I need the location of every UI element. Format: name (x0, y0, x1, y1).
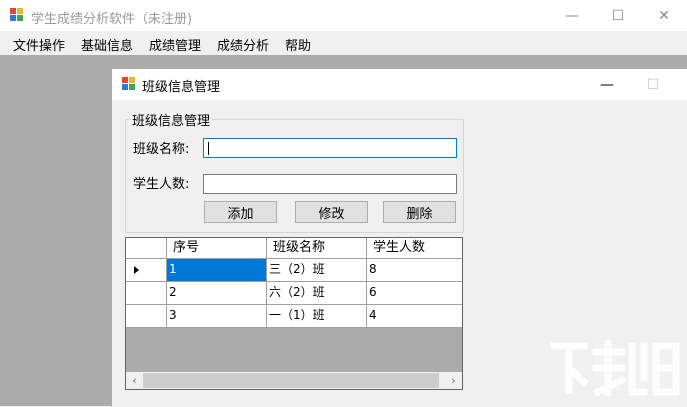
table-cell-class-name[interactable]: 三（2）班 (267, 259, 367, 282)
main-titlebar: 学生成绩分析软件（未注册) — ☐ ✕ (0, 0, 687, 31)
class-name-label: 班级名称: (133, 142, 190, 157)
window-title: 学生成绩分析软件（未注册) (31, 12, 193, 27)
student-count-label: 学生人数: (133, 177, 190, 192)
student-count-input[interactable] (203, 174, 457, 194)
groupbox-title: 班级信息管理 (130, 110, 213, 129)
class-name-input[interactable] (203, 138, 457, 158)
maximize-icon: ☐ (646, 76, 660, 93)
table-cell-student-count[interactable]: 4 (367, 305, 462, 328)
maximize-icon: ☐ (611, 7, 625, 24)
child-titlebar: 班级信息管理 — ☐ (112, 69, 687, 100)
column-header-id[interactable]: 序号 (167, 238, 267, 259)
menu-bar: 文件操作 基础信息 成绩管理 成绩分析 帮助 (0, 31, 687, 55)
scroll-left-icon[interactable]: ‹ (126, 372, 143, 389)
text-caret (208, 142, 209, 155)
minimize-icon: — (600, 76, 614, 93)
table-cell-id[interactable]: 1 (167, 259, 267, 282)
row-header[interactable] (126, 259, 167, 282)
row-header[interactable] (126, 282, 167, 305)
scroll-right-icon[interactable]: › (445, 372, 462, 389)
minimize-icon: — (565, 7, 579, 24)
child-window-title: 班级信息管理 (142, 80, 221, 95)
close-button[interactable]: ✕ (641, 0, 687, 31)
table-cell-student-count[interactable]: 8 (367, 259, 462, 282)
table-cell-id[interactable]: 2 (167, 282, 267, 305)
grid-corner-header (126, 238, 167, 259)
row-pointer-icon (134, 266, 139, 274)
watermark-logo (550, 340, 680, 397)
table-cell-class-name[interactable]: 一（1）班 (267, 305, 367, 328)
menu-grade-management[interactable]: 成绩管理 (149, 35, 201, 54)
child-app-icon (122, 77, 136, 91)
table-cell-id[interactable]: 3 (167, 305, 267, 328)
menu-file[interactable]: 文件操作 (13, 35, 65, 54)
menu-basic-info[interactable]: 基础信息 (81, 35, 133, 54)
class-data-grid[interactable]: 序号 班级名称 学生人数 1 三（2）班 8 2 六（2）班 6 3 一（1）班… (125, 237, 463, 390)
column-header-student-count[interactable]: 学生人数 (367, 238, 462, 259)
delete-button[interactable]: 删除 (383, 201, 456, 223)
child-minimize-button[interactable]: — (584, 69, 630, 100)
menu-help[interactable]: 帮助 (285, 35, 311, 54)
table-cell-class-name[interactable]: 六（2）班 (267, 282, 367, 305)
table-cell-student-count[interactable]: 6 (367, 282, 462, 305)
minimize-button[interactable]: — (549, 0, 595, 31)
menu-grade-analysis[interactable]: 成绩分析 (217, 35, 269, 54)
close-icon: ✕ (658, 7, 670, 24)
scrollbar-thumb[interactable] (143, 373, 439, 388)
horizontal-scrollbar[interactable]: ‹ › (126, 372, 462, 389)
child-maximize-button[interactable]: ☐ (630, 69, 676, 100)
add-button[interactable]: 添加 (204, 201, 277, 223)
app-icon (10, 8, 24, 22)
maximize-button[interactable]: ☐ (595, 0, 641, 31)
row-header[interactable] (126, 305, 167, 328)
edit-button[interactable]: 修改 (295, 201, 368, 223)
column-header-class-name[interactable]: 班级名称 (267, 238, 367, 259)
